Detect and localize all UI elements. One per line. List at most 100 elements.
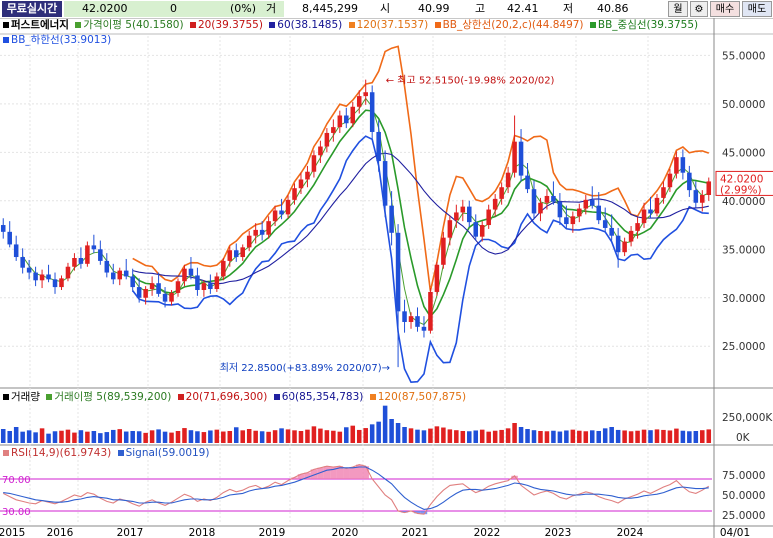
volume-bar (201, 432, 207, 443)
candle-body (26, 267, 32, 273)
volume-bar (266, 431, 271, 443)
volume-bar (0, 429, 6, 443)
volume-bar (421, 430, 427, 443)
volume-bar (674, 428, 679, 443)
volume-bar (615, 429, 621, 443)
volume-bar (602, 428, 608, 443)
price-tick-label: 25.0000 (722, 341, 765, 353)
candle-body (130, 276, 135, 288)
candle-body (551, 195, 556, 202)
candle-body (525, 175, 530, 190)
volume-bar (195, 431, 200, 443)
rsi-tick-label: 25.0000 (722, 510, 765, 522)
candle-body (389, 205, 394, 233)
candle-body (33, 272, 38, 281)
candle-body (240, 247, 245, 258)
volume-bar (538, 431, 543, 443)
candle-body (136, 287, 142, 298)
candle-body (369, 92, 375, 132)
volume-bar (285, 429, 291, 443)
candle-body (182, 268, 187, 282)
candle-body (512, 141, 517, 173)
volume-bar (46, 433, 51, 443)
volume-bar (460, 431, 466, 443)
candle-body (609, 227, 614, 236)
candle-body (266, 221, 271, 235)
candle-body (52, 279, 58, 288)
x-tick-label: 2018 (189, 527, 216, 538)
candle-body (201, 283, 207, 290)
volume-bar (253, 430, 258, 443)
candle-body (674, 157, 679, 174)
volume-bar (214, 429, 220, 443)
stock-chart[interactable]: 70.00 30.00 2015 2016 2017 2018 2019 2020 2021 2… (0, 0, 773, 538)
candle-body (583, 199, 589, 209)
volume-bar (39, 428, 45, 443)
candle-body (59, 278, 64, 288)
volume-bar (221, 431, 226, 443)
volume-bar (395, 423, 401, 443)
candle-body (188, 268, 194, 276)
volume-bar (492, 430, 498, 443)
candle-body (415, 316, 420, 327)
candle-body (208, 283, 213, 290)
price-tick-label: 45.0000 (722, 147, 765, 159)
rsi-30-label: 30.00 (2, 507, 31, 518)
candle-body (356, 96, 362, 107)
rsi-overbought-fill (343, 468, 350, 479)
candle-body (233, 250, 239, 258)
x-tick-label: 2022 (474, 527, 501, 538)
volume-bar (337, 431, 343, 443)
volume-bar (434, 426, 440, 443)
volume-bar (104, 432, 110, 443)
candle-body (98, 249, 103, 261)
volume-bar (505, 428, 511, 443)
volume-bar (447, 429, 453, 443)
volume-bar (91, 431, 97, 443)
volume-bar (687, 431, 692, 443)
x-tick-label: 2015 (0, 527, 25, 538)
volume-bar (246, 429, 252, 443)
volume-bar (454, 430, 459, 443)
candle-body (479, 225, 485, 237)
volume-bar (52, 431, 58, 443)
volume-bar (693, 431, 699, 443)
candle-body (337, 115, 343, 128)
volume-bar (188, 430, 194, 443)
volume-bar (59, 430, 64, 443)
volume-bar (162, 431, 168, 443)
volume-bar (531, 430, 537, 443)
x-tick-label: 2016 (47, 527, 74, 538)
volume-bar (111, 429, 116, 443)
candle-body (149, 283, 155, 290)
volume-bar (486, 431, 491, 443)
volume-bar (130, 431, 135, 443)
candle-body (363, 92, 368, 97)
volume-bar (369, 424, 375, 443)
candle-body (700, 194, 705, 203)
volume-bar (609, 427, 614, 443)
candle-body (111, 272, 116, 280)
volume-bar (544, 431, 550, 443)
candle-body (602, 220, 608, 228)
volume-bar (117, 429, 123, 443)
candle-body (123, 270, 129, 277)
candle-body (162, 293, 168, 302)
volume-bar (98, 433, 103, 443)
candle-body (13, 244, 19, 258)
candle-body (628, 230, 634, 242)
candle-body (687, 172, 692, 191)
volume-bar (583, 431, 589, 443)
candle-body (447, 220, 453, 238)
candle-body (421, 326, 427, 331)
volume-bar (26, 430, 32, 443)
volume-bar (292, 430, 297, 443)
candle-body (46, 274, 51, 280)
volume-bar (331, 430, 336, 443)
candle-body (635, 223, 640, 231)
volume-bar (344, 427, 349, 443)
candle-body (117, 270, 123, 280)
candle-body (680, 157, 686, 173)
candle-body (376, 131, 381, 162)
candle-body (706, 181, 712, 195)
